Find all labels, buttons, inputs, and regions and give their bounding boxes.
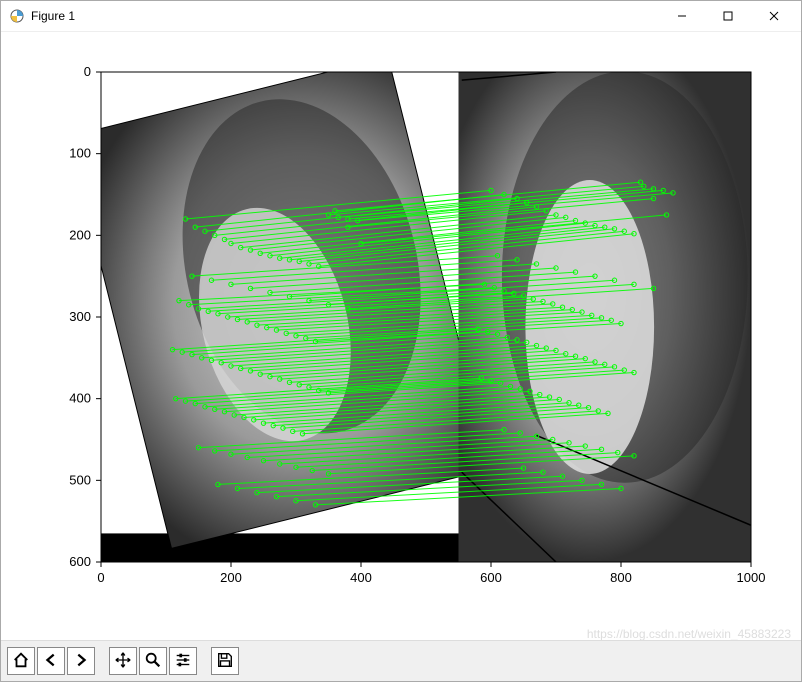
svg-text:200: 200: [220, 570, 242, 585]
zoom-icon: [144, 651, 162, 672]
plot-canvas[interactable]: 0 200 400 600 800 1000 0 100 200 300 400 500 600: [1, 32, 801, 640]
svg-text:1000: 1000: [737, 570, 766, 585]
back-button[interactable]: [37, 647, 65, 675]
svg-text:300: 300: [69, 309, 91, 324]
svg-text:400: 400: [69, 391, 91, 406]
svg-text:0: 0: [84, 64, 91, 79]
home-button[interactable]: [7, 647, 35, 675]
titlebar: Figure 1: [1, 1, 801, 32]
plot-svg: 0 200 400 600 800 1000 0 100 200 300 400 500 600: [11, 32, 791, 632]
svg-text:800: 800: [610, 570, 632, 585]
svg-text:100: 100: [69, 146, 91, 161]
svg-text:600: 600: [480, 570, 502, 585]
svg-text:0: 0: [97, 570, 104, 585]
toolbar: [1, 640, 801, 681]
pan-button[interactable]: [109, 647, 137, 675]
forward-button[interactable]: [67, 647, 95, 675]
save-button[interactable]: [211, 647, 239, 675]
arrow-right-icon: [72, 651, 90, 672]
app-icon: [9, 8, 25, 24]
sliders-icon: [174, 651, 192, 672]
save-icon: [216, 651, 234, 672]
move-icon: [114, 651, 132, 672]
home-icon: [12, 651, 30, 672]
close-button[interactable]: [751, 1, 797, 31]
svg-text:500: 500: [69, 472, 91, 487]
arrow-left-icon: [42, 651, 60, 672]
svg-text:200: 200: [69, 227, 91, 242]
figure-window: Figure 1 0 200 400 600 800 1000 0 100 200 300 400 5…: [0, 0, 802, 682]
svg-text:400: 400: [350, 570, 372, 585]
minimize-button[interactable]: [659, 1, 705, 31]
window-title: Figure 1: [31, 9, 75, 23]
svg-text:600: 600: [69, 554, 91, 569]
configure-button[interactable]: [169, 647, 197, 675]
maximize-button[interactable]: [705, 1, 751, 31]
zoom-button[interactable]: [139, 647, 167, 675]
